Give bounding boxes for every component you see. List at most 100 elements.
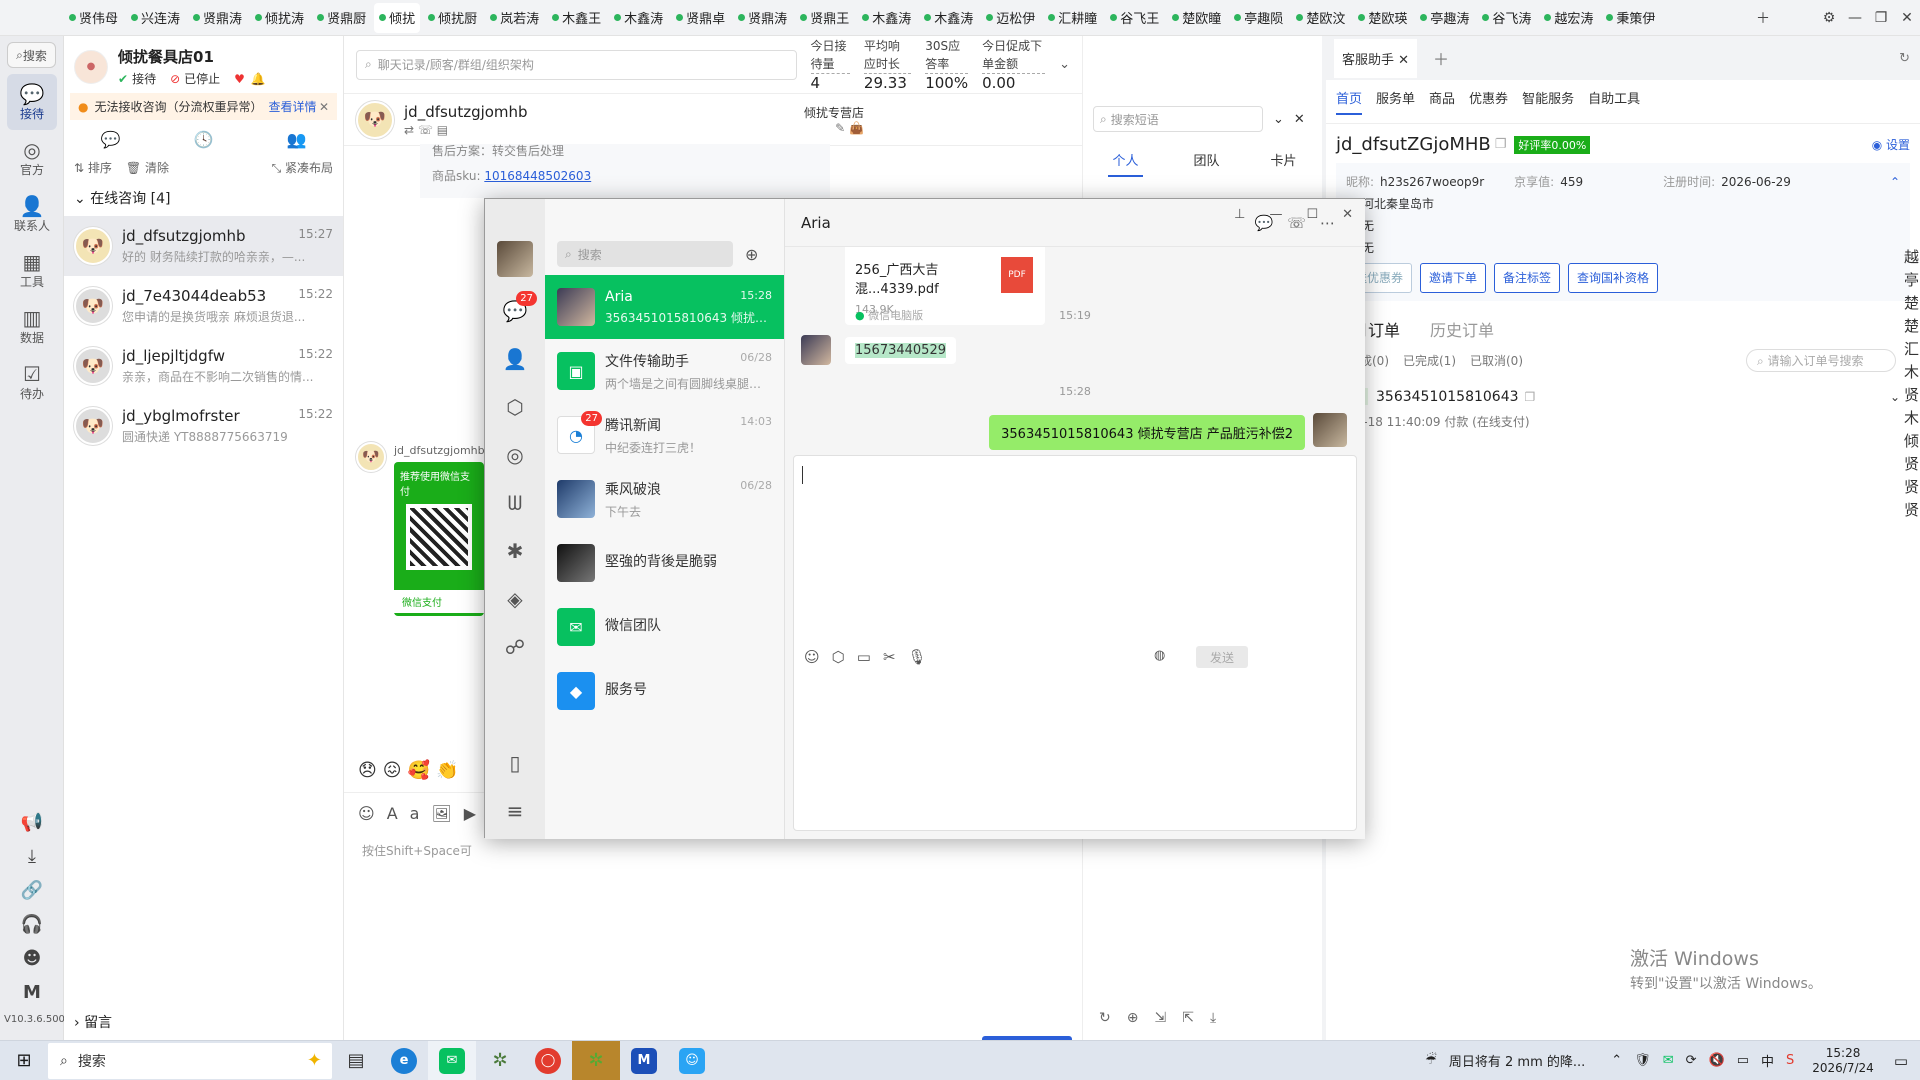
transfer-icon[interactable]: ⇄ bbox=[404, 123, 414, 137]
folder-icon[interactable]: ▭ bbox=[857, 648, 883, 666]
edge-tab-char[interactable]: 贤 bbox=[1904, 499, 1919, 522]
bot-icon[interactable]: ☻ bbox=[0, 942, 64, 976]
edge-tab-char[interactable]: 贤 bbox=[1904, 384, 1919, 407]
app-star-icon[interactable]: ✲ bbox=[476, 1041, 524, 1080]
edge-tab-char[interactable]: 楚 bbox=[1904, 315, 1919, 338]
add-tab-icon[interactable]: ＋ bbox=[1750, 8, 1776, 28]
store-tab[interactable]: 贤伟母 bbox=[64, 3, 123, 33]
wechat-conversation-item[interactable]: ✉ 微信团队 bbox=[545, 595, 784, 659]
store-tab[interactable]: 越宏涛 bbox=[1539, 3, 1598, 33]
collapse-icon[interactable]: ⌃ bbox=[1890, 171, 1900, 193]
wechat-send-button[interactable]: 发送 bbox=[1196, 646, 1248, 668]
ime-indicator[interactable]: 中 bbox=[1761, 1051, 1774, 1070]
sort-button[interactable]: ⇅ 排序 bbox=[74, 159, 112, 176]
store-tab[interactable]: 贤鼎涛 bbox=[188, 3, 247, 33]
order-search-input[interactable]: ⌕ 请输入订单号搜索 bbox=[1746, 349, 1896, 372]
link-icon[interactable]: 🔗 bbox=[0, 874, 64, 908]
rail-search-button[interactable]: ⌕ 搜索 bbox=[7, 42, 56, 68]
rail-item-contacts[interactable]: 👤 联系人 bbox=[0, 186, 64, 242]
headset-icon[interactable]: 🎧 bbox=[0, 908, 64, 942]
copy-icon[interactable]: ❐ bbox=[1525, 390, 1536, 404]
tab-card[interactable]: 卡片 bbox=[1270, 150, 1296, 177]
app-chat-icon[interactable]: ☺ bbox=[668, 1041, 716, 1080]
m-logo-icon[interactable]: M bbox=[0, 976, 64, 1010]
task-view-icon[interactable]: ▤ bbox=[332, 1041, 380, 1080]
export-icon[interactable]: ⇱ bbox=[1182, 1010, 1210, 1026]
collapse-icon[interactable]: ⌄ bbox=[1273, 112, 1284, 127]
edge-tab-char[interactable]: 越 bbox=[1904, 246, 1919, 269]
chat-icon[interactable]: 💬 27 bbox=[485, 287, 545, 335]
edge-tab-char[interactable]: 贤 bbox=[1904, 453, 1919, 476]
leave-message-group[interactable]: › 留言 bbox=[74, 1012, 112, 1032]
store-tab[interactable]: 倾扰 bbox=[374, 2, 421, 33]
import-icon[interactable]: ⇲ bbox=[1154, 1010, 1182, 1026]
download-icon[interactable]: ⤓ bbox=[1210, 1010, 1232, 1026]
megaphone-icon[interactable]: 📢 bbox=[0, 806, 64, 840]
add-circle-icon[interactable]: ⊕ bbox=[1127, 1010, 1155, 1026]
favorites-icon[interactable]: ⬡ bbox=[485, 383, 545, 431]
mic-icon[interactable]: 🎙 bbox=[908, 648, 939, 666]
notification-icon[interactable]: ▭ bbox=[1894, 1052, 1908, 1070]
image-icon[interactable]: 🖼 bbox=[431, 804, 463, 823]
warning-detail-link[interactable]: 查看详情 bbox=[269, 98, 317, 115]
search-spark-icon[interactable]: ◈ bbox=[485, 575, 545, 623]
edge-icon[interactable]: e bbox=[380, 1041, 428, 1080]
phone-message[interactable]: 15673440529 bbox=[845, 337, 956, 364]
conversation-item[interactable]: 🐶 jd_dfsutzgjomhb 15:27 好的 财务陆续打款的哈亲亲，—... bbox=[64, 216, 343, 276]
crm-action-button[interactable]: 邀请下单 bbox=[1420, 263, 1487, 293]
store-tab[interactable]: 倾扰涛 bbox=[250, 3, 309, 33]
stop-status[interactable]: 已停止 bbox=[184, 70, 220, 87]
download-icon[interactable]: ⤓ bbox=[0, 840, 64, 874]
store-tab[interactable]: 兴连涛 bbox=[126, 3, 185, 33]
store-tab[interactable]: 岚若涛 bbox=[485, 3, 544, 33]
global-search-input[interactable]: ⌕ 聊天记录/顾客/群组/组织架构 bbox=[356, 49, 797, 80]
tab-history-orders[interactable]: 历史订单 bbox=[1430, 317, 1494, 341]
taskbar-search-input[interactable]: ⌕ 搜索 ✦ bbox=[48, 1042, 332, 1079]
bell-icon[interactable]: 🔔 bbox=[251, 72, 266, 86]
spark-icon[interactable]: ✱ bbox=[485, 527, 545, 575]
phone-icon[interactable]: ☏ bbox=[418, 123, 433, 137]
rail-item-reception[interactable]: 💬 接待 bbox=[7, 74, 57, 130]
wechat-tray-icon[interactable]: ✉ bbox=[1663, 1053, 1674, 1068]
contacts-icon[interactable]: 👤 bbox=[485, 335, 545, 383]
store-tab[interactable]: 贤鼎厨 bbox=[312, 3, 371, 33]
weather-text[interactable]: 周日将有 2 mm 的降... bbox=[1449, 1051, 1585, 1070]
close-icon[interactable]: ✕ bbox=[1294, 112, 1305, 127]
conversation-item[interactable]: 🐶 jd_ybglmofrster 15:22 圆通快递 YT888877566371… bbox=[64, 396, 343, 456]
emoji-icon[interactable]: 👏 bbox=[436, 760, 464, 781]
store-tab[interactable]: 楚欧汶 bbox=[1291, 3, 1350, 33]
store-tab[interactable]: 木鑫涛 bbox=[609, 3, 668, 33]
filter-cancelled[interactable]: 已取消(0) bbox=[1470, 352, 1523, 369]
compact-layout-button[interactable]: ⤡ 紧凑布局 bbox=[272, 159, 333, 176]
pin-icon[interactable]: ⊥ bbox=[1234, 207, 1245, 222]
store-tab[interactable]: 谷飞王 bbox=[1105, 3, 1164, 33]
emoji-picker-icon[interactable]: ☺ bbox=[358, 804, 387, 823]
windows-start-icon[interactable]: ⊞ bbox=[0, 1041, 48, 1080]
wechat-conversation-item[interactable]: 乘风破浪 06/28 下午去 bbox=[545, 467, 784, 531]
tab-personal[interactable]: 个人 bbox=[1108, 150, 1143, 177]
settings-icon[interactable]: ⚙ bbox=[1816, 10, 1842, 26]
refresh-icon[interactable]: ↻ bbox=[1899, 51, 1910, 66]
store-tab[interactable]: 倾扰厨 bbox=[423, 3, 482, 33]
reception-status[interactable]: 接待 bbox=[132, 70, 156, 87]
store-tab[interactable]: 楚欧瑛 bbox=[1353, 3, 1412, 33]
emoji-icon[interactable]: 😖 bbox=[383, 760, 408, 781]
conversation-item[interactable]: 🐶 jd_7e43044deab53 15:22 您申请的是换货哦亲 麻烦退货退... bbox=[64, 276, 343, 336]
edge-tab-char[interactable]: 楚 bbox=[1904, 292, 1919, 315]
edge-tab-char[interactable]: 贤 bbox=[1904, 476, 1919, 499]
edge-tab-char[interactable]: 木 bbox=[1904, 361, 1919, 384]
crm-nav-item[interactable]: 智能服务 bbox=[1522, 88, 1574, 115]
note-icon[interactable]: ▤ bbox=[437, 123, 448, 137]
minimize-icon[interactable]: — bbox=[1269, 207, 1282, 222]
maximize-icon[interactable]: ☐ bbox=[1306, 207, 1318, 222]
channels-icon[interactable]: ᗯ bbox=[485, 479, 545, 527]
rail-item-todo[interactable]: ☑ 待办 bbox=[0, 354, 64, 410]
emoji-icon[interactable]: 😞 bbox=[358, 760, 383, 781]
clock[interactable]: 15:28 2026/7/24 bbox=[1812, 1046, 1874, 1076]
filter-complete[interactable]: 已完成(1) bbox=[1403, 352, 1456, 369]
wechat-message-input[interactable]: ☺⬡▭✂🎙 ◍ 发送 bbox=[793, 455, 1357, 831]
store-tab[interactable]: 迈松伊 bbox=[981, 3, 1040, 33]
crm-nav-item[interactable]: 服务单 bbox=[1376, 88, 1415, 115]
crm-nav-item[interactable]: 首页 bbox=[1336, 88, 1363, 115]
wechat-search-input[interactable]: ⌕ 搜索 bbox=[557, 241, 733, 267]
